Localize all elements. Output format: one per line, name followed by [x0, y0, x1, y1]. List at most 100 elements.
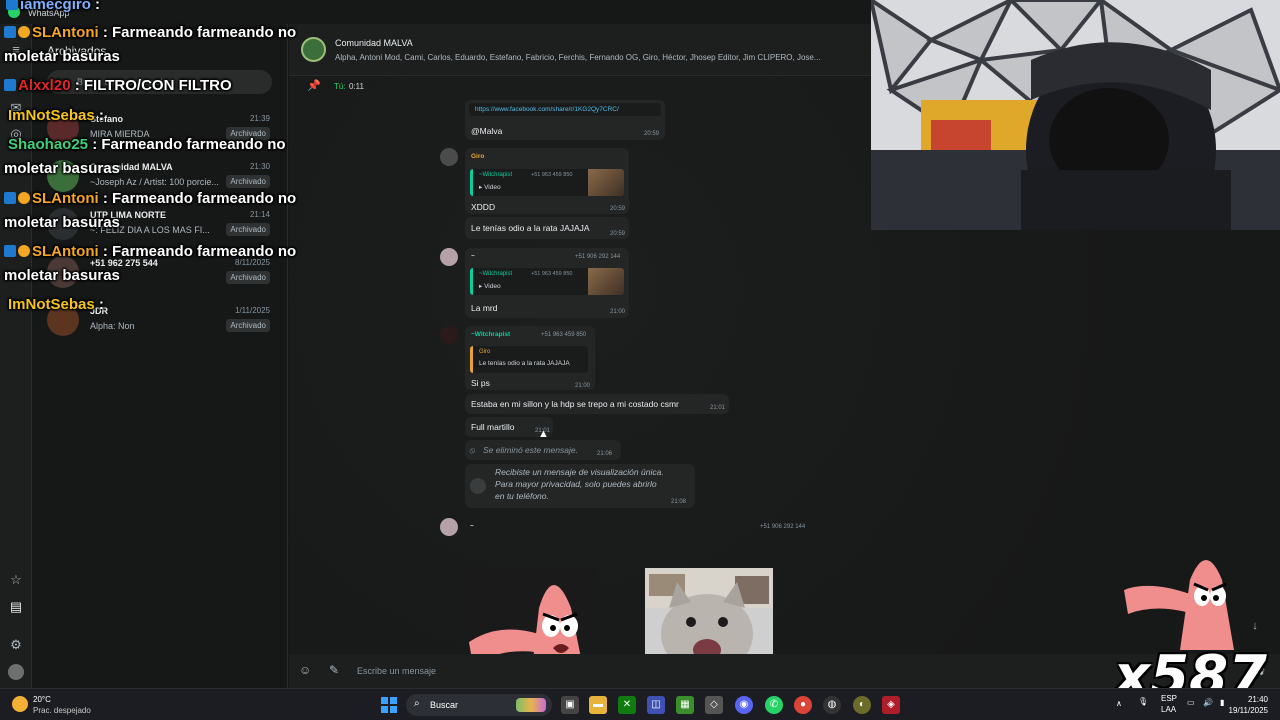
whatsapp-logo-icon — [8, 6, 20, 18]
app-icon-red[interactable]: ◈ — [882, 696, 900, 714]
group-name[interactable]: Comunidad MALVA — [335, 38, 413, 48]
message-sender[interactable]: ~ — [471, 253, 475, 260]
weather-condition[interactable]: Prac. despejado — [33, 706, 91, 715]
message-text: Se eliminó este mensaje. — [483, 445, 578, 455]
chat-time: 21:30 — [249, 162, 270, 171]
quote-thumbnail — [588, 169, 624, 196]
xbox-icon[interactable]: ✕ — [618, 696, 636, 714]
quoted-message[interactable]: ~Witchrapist +51 963 459 850 ▸ Video — [470, 268, 624, 295]
message-link[interactable]: https://www.facebook.com/share/r/1KG2Qy7… — [469, 103, 661, 116]
message-bubble[interactable]: ~Witchrapist +51 963 459 850 Giro Le ten… — [465, 326, 595, 390]
patrick-emote-icon — [1124, 560, 1234, 650]
obs-icon[interactable]: ◍ — [823, 696, 841, 714]
quote-phone: +51 963 459 850 — [531, 172, 573, 178]
settings-icon[interactable]: ⚙ — [8, 637, 24, 653]
search-highlight-icon — [516, 698, 546, 712]
sender-avatar[interactable] — [440, 148, 458, 166]
quoted-message[interactable]: Giro Le tenías odio a la rata JAJAJA — [470, 346, 588, 373]
network-icon[interactable]: ▭ — [1187, 698, 1195, 720]
store-icon[interactable]: ◫ — [647, 696, 665, 714]
quoted-message[interactable]: ~Witchrapist +51 963 459 850 ▸ Video — [470, 169, 624, 196]
deleted-icon: ⦸ — [469, 445, 475, 455]
weather-temperature[interactable]: 20°C — [33, 695, 51, 704]
chat-name: JDR — [90, 306, 109, 316]
task-view-icon[interactable]: ▣ — [561, 696, 579, 714]
file-explorer-icon[interactable]: ▬ — [589, 696, 607, 714]
battery-icon[interactable]: ▮ — [1220, 698, 1224, 720]
menu-icon[interactable]: ≡ — [8, 42, 24, 58]
view-once-message[interactable]: Recibiste un mensaje de visualización ún… — [465, 464, 695, 508]
chat-avatar — [47, 112, 79, 144]
message-text: Para mayor privacidad, solo puedes abrir… — [495, 479, 657, 489]
status-icon[interactable]: ◎ — [8, 126, 24, 142]
emote-combo-overlay: x587 — [1110, 540, 1280, 709]
message-bubble[interactable]: Le tenías odio a la rata JAJAJA 20:59 — [465, 217, 629, 239]
chat-item[interactable]: JDR 1/11/2025 Alpha: Non Archivado — [33, 298, 288, 344]
chat-avatar — [47, 304, 79, 336]
message-sender[interactable]: Giro — [471, 153, 484, 160]
message-time: 20:59 — [610, 231, 626, 237]
mouse-cursor-icon: ▲ — [538, 428, 549, 440]
message-sender[interactable]: ~ — [470, 523, 474, 530]
attach-icon[interactable]: ✎ — [329, 663, 339, 677]
message-input[interactable] — [357, 663, 1187, 679]
tray-chevron-icon[interactable]: ∧ — [1116, 699, 1122, 720]
archived-badge: Archivado — [226, 223, 270, 236]
chats-icon[interactable]: ✉ — [8, 100, 24, 116]
archived-search-input[interactable]: Busca chats archivados — [47, 70, 272, 94]
archived-badge: Archivado — [226, 175, 270, 188]
chat-time: 21:39 — [249, 114, 270, 123]
profile-avatar[interactable] — [8, 664, 24, 680]
webcam-overlay — [871, 0, 1280, 230]
deleted-message[interactable]: ⦸ Se eliminó este mensaje. 21:06 — [465, 440, 621, 460]
chat-item[interactable]: UTP LIMA NORTE 21:14 ~: FELIZ DIA A LOS … — [33, 202, 288, 248]
screen: WhatsApp ≡ ✉ ◎ ☆ ▤ ⚙ Archivados Busca ch… — [0, 0, 1280, 720]
minecraft-icon[interactable]: ▦ — [676, 696, 694, 714]
clock-date[interactable]: 19/11/2025 — [1229, 706, 1268, 715]
cat-image[interactable] — [645, 568, 773, 654]
sender-avatar[interactable] — [440, 326, 458, 344]
message-time: 21:01 — [710, 405, 726, 411]
clock-time[interactable]: 21:40 — [1248, 695, 1268, 704]
start-button[interactable] — [381, 697, 397, 713]
starred-icon[interactable]: ☆ — [8, 572, 24, 588]
windows-logo-icon — [381, 706, 388, 713]
sender-avatar[interactable] — [440, 248, 458, 266]
emoji-icon[interactable]: ☺ — [299, 663, 311, 677]
quote-sender: ~Witchrapist — [479, 271, 513, 277]
volume-icon[interactable]: 🔊 — [1203, 698, 1213, 720]
chat-item[interactable]: Comunidad MALVA 21:30 ~Joseph Az / Artis… — [33, 154, 288, 200]
message-text: @Malva — [471, 126, 503, 136]
message-sender[interactable]: ~Witchrapist — [471, 331, 510, 338]
message-bubble[interactable]: ~ +51 906 292 144 ~Witchrapist +51 963 4… — [465, 248, 629, 318]
message-bubble[interactable]: https://www.facebook.com/share/r/1KG2Qy7… — [465, 100, 665, 140]
discord-icon[interactable]: ◉ — [735, 696, 753, 714]
whatsapp-taskbar-icon[interactable]: ✆ — [765, 696, 783, 714]
taskbar-search[interactable]: ⌕ Buscar — [406, 694, 552, 716]
chat-item[interactable]: +51 962 275 544 8/11/2025 Archivado — [33, 250, 288, 296]
tray-mic-icon[interactable]: 🎙 — [1138, 697, 1148, 720]
archive-icon[interactable]: ▤ — [8, 599, 24, 615]
chat-item[interactable]: Stefano 21:39 MIRA MIERDA Archivado — [33, 106, 288, 152]
quote-phone: +51 963 459 850 — [531, 271, 573, 277]
sender-avatar[interactable] — [440, 518, 458, 536]
input-layout[interactable]: LAA — [1161, 705, 1176, 720]
message-time: 21:00 — [575, 383, 591, 389]
notes-app-icon[interactable]: ◇ — [705, 696, 723, 714]
quote-text: Le tenías odio a la rata JAJAJA — [479, 360, 570, 367]
chat-name: UTP LIMA NORTE — [90, 210, 166, 220]
message-bubble[interactable]: Giro ~Witchrapist +51 963 459 850 ▸ Vide… — [465, 148, 629, 214]
quote-sender: ~Witchrapist — [479, 172, 513, 178]
chrome-icon[interactable]: ● — [794, 696, 812, 714]
chat-name: +51 962 275 544 — [90, 258, 158, 268]
app-icon[interactable]: ◐ — [853, 696, 871, 714]
pin-icon: 📌 — [307, 80, 321, 92]
message-bubble[interactable]: Estaba en mi sillon y la hdp se trepo a … — [465, 394, 729, 414]
group-avatar[interactable] — [301, 37, 326, 62]
sticker-image[interactable] — [469, 568, 597, 654]
archived-badge: Archivado — [226, 127, 270, 140]
chat-time: 1/11/2025 — [235, 306, 270, 315]
weather-icon[interactable] — [12, 696, 28, 712]
message-text: Le tenías odio a la rata JAJAJA — [471, 223, 590, 233]
archived-badge: Archivado — [226, 319, 270, 332]
